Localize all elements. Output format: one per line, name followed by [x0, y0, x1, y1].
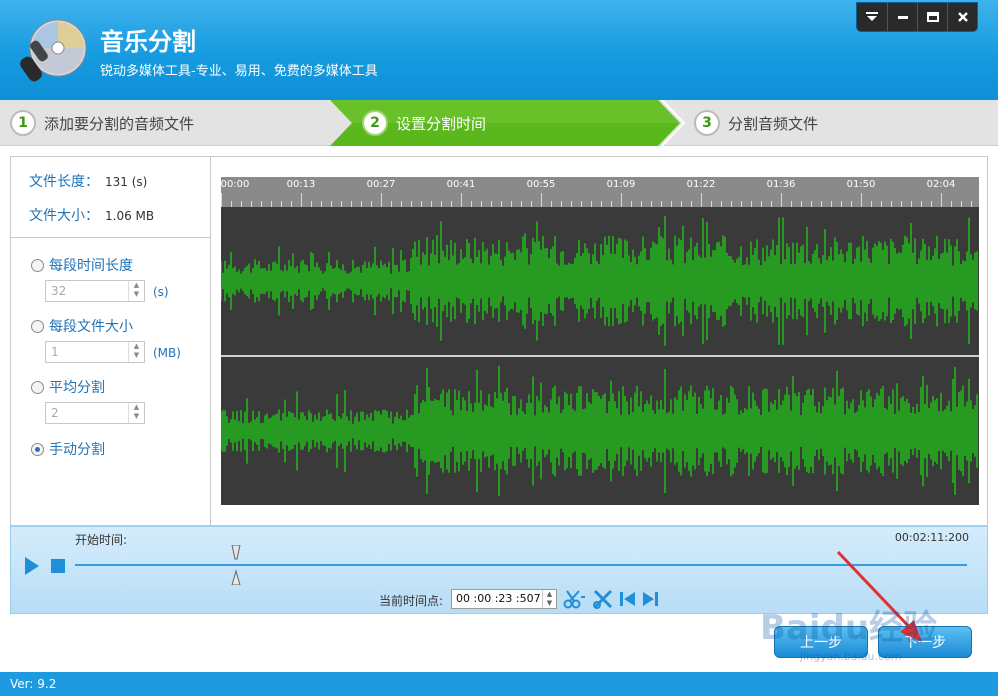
- play-icon[interactable]: [25, 557, 39, 575]
- option-average[interactable]: 平均分割: [31, 377, 105, 397]
- ruler-tick-mark: [861, 193, 862, 207]
- time-length-stepper[interactable]: 32 ▲ ▼: [45, 280, 145, 302]
- file-length-label: 文件长度：: [29, 174, 99, 190]
- skip-start-icon[interactable]: [619, 589, 637, 609]
- current-time-label: 当前时间点:: [379, 594, 444, 608]
- step-label: 设置分割时间: [396, 114, 487, 133]
- ruler-tick-mark: [221, 193, 222, 207]
- waveform-graph: [221, 216, 979, 497]
- radio-button-selected[interactable]: [31, 442, 44, 456]
- status-bar: Ver: 9.2: [0, 672, 998, 696]
- ruler-tick-mark: [541, 193, 542, 207]
- file-length-value: 131 (s): [105, 175, 148, 189]
- radio-button[interactable]: [31, 380, 44, 394]
- settings-sidebar: 文件长度： 131 (s) 文件大小： 1.06 MB 每段时间长度 32 ▲ ▼ (…: [11, 157, 211, 525]
- title-bar: 音乐分割 锐动多媒体工具-专业、易用、免费的多媒体工具: [0, 0, 998, 100]
- radio-button[interactable]: [31, 258, 44, 272]
- step-label: 分割音频文件: [728, 114, 819, 133]
- step-1: 1 添加要分割的音频文件: [10, 100, 194, 146]
- start-time-label: 开始时间:: [75, 533, 128, 547]
- ruler-tick-mark: [781, 193, 782, 207]
- cut-icon[interactable]: [593, 589, 615, 609]
- option-label: 每段文件大小: [49, 319, 133, 335]
- end-time-label: 00:02:11:200: [894, 531, 969, 544]
- option-label: 手动分割: [49, 442, 105, 458]
- main-panel: 文件长度： 131 (s) 文件大小： 1.06 MB 每段时间长度 32 ▲ ▼ (…: [10, 156, 988, 526]
- ruler-tick-mark: [621, 193, 622, 207]
- ruler-tick-mark: [701, 193, 702, 207]
- ruler-tick-mark: [381, 193, 382, 207]
- step-number: 3: [694, 110, 720, 136]
- skip-end-icon[interactable]: [641, 589, 659, 609]
- file-size-value: 1.06 MB: [105, 209, 155, 223]
- app-logo-icon: [20, 19, 87, 82]
- file-size-stepper[interactable]: 1 ▲ ▼: [45, 341, 145, 363]
- step-2: 2 设置分割时间: [362, 100, 486, 146]
- baidu-watermark: Baidu经验: [760, 608, 938, 648]
- watermark-url: jingyan.baidu.com: [800, 650, 902, 663]
- stepper-value: 1: [51, 345, 59, 359]
- ruler-tick-label: 00:13: [286, 179, 316, 190]
- option-label: 平均分割: [49, 380, 105, 396]
- average-stepper[interactable]: 2 ▲ ▼: [45, 402, 145, 424]
- ruler-tick-label: 00:00: [220, 179, 250, 190]
- ruler-tick-label: 00:55: [526, 179, 556, 190]
- maximize-icon[interactable]: [917, 3, 947, 31]
- stepper-arrows-icon[interactable]: ▲ ▼: [128, 281, 144, 301]
- version-label: Ver: 9.2: [10, 677, 57, 691]
- waveform-right-channel: [221, 365, 978, 497]
- ruler-tick-label: 02:04: [926, 179, 956, 190]
- window-controls: [856, 2, 978, 32]
- stepper-value: 32: [51, 284, 67, 298]
- ruler-tick-label: 01:09: [606, 179, 636, 190]
- ruler-tick-mark: [301, 193, 302, 207]
- file-size-label: 文件大小：: [29, 208, 99, 224]
- time-ruler: 00:00 00:13 00:27 00:41 00:55 01:09 01:22 01:36…: [221, 177, 979, 207]
- option-time-length[interactable]: 每段时间长度: [31, 255, 133, 275]
- stepper-arrows-icon[interactable]: ▲ ▼: [128, 403, 144, 423]
- step-separator: [661, 100, 686, 146]
- app-window: 音乐分割 锐动多媒体工具-专业、易用、免费的多媒体工具 1 添加要分割的音频文件: [0, 0, 998, 696]
- current-time-value: 00 :00 :23 :507: [456, 592, 541, 605]
- ruler-tick-label: 00:27: [366, 179, 396, 190]
- step-number: 2: [362, 110, 388, 136]
- stepper-arrows-icon[interactable]: ▲ ▼: [542, 590, 556, 608]
- channel-divider: [221, 355, 979, 357]
- minimize-icon[interactable]: [887, 3, 917, 31]
- ruler-tick-mark: [461, 193, 462, 207]
- option-label: 每段时间长度: [49, 258, 133, 274]
- slider-thumb-icon[interactable]: [230, 545, 242, 585]
- ruler-tick-label: 01:36: [766, 179, 796, 190]
- step-3: 3 分割音频文件: [694, 100, 818, 146]
- file-length: 文件长度： 131 (s): [29, 171, 147, 191]
- stop-icon[interactable]: [51, 559, 65, 573]
- waveform-left-channel: [221, 216, 978, 346]
- ruler-tick-label: 01:50: [846, 179, 876, 190]
- split-scissors-icon[interactable]: [563, 589, 587, 609]
- step-number: 1: [10, 110, 36, 136]
- app-title: 音乐分割: [100, 28, 196, 56]
- ruler-tick-label: 01:22: [686, 179, 716, 190]
- stepper-arrows-icon[interactable]: ▲ ▼: [128, 342, 144, 362]
- current-time-input[interactable]: 00 :00 :23 :507 ▲ ▼: [451, 589, 557, 609]
- option-manual[interactable]: 手动分割: [31, 439, 105, 459]
- app-subtitle: 锐动多媒体工具-专业、易用、免费的多媒体工具: [100, 64, 378, 79]
- step-label: 添加要分割的音频文件: [44, 114, 195, 133]
- ruler-tick-label: 00:41: [446, 179, 476, 190]
- waveform-view[interactable]: 00:00 00:13 00:27 00:41 00:55 01:09 01:22 01:36…: [221, 177, 979, 505]
- radio-button[interactable]: [31, 319, 44, 333]
- option-file-size[interactable]: 每段文件大小: [31, 316, 133, 336]
- menu-icon[interactable]: [857, 3, 887, 31]
- close-icon[interactable]: [947, 3, 977, 31]
- file-size: 文件大小： 1.06 MB: [29, 205, 154, 225]
- ruler-tick-mark: [941, 193, 942, 207]
- divider: [11, 237, 210, 238]
- stepper-value: 2: [51, 406, 59, 420]
- unit-label: (MB): [153, 346, 181, 360]
- unit-label: (s): [153, 285, 169, 299]
